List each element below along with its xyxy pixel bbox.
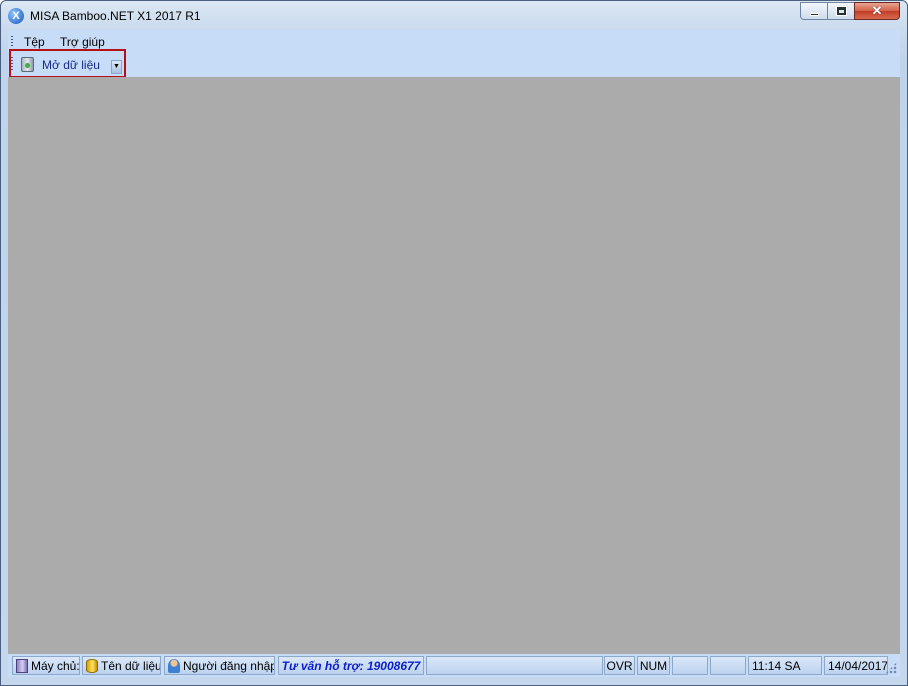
minimize-icon xyxy=(809,12,819,16)
database-icon xyxy=(86,658,98,673)
toolbar: Mở dữ liệu ▼ xyxy=(8,52,900,77)
menu-file[interactable]: Tệp xyxy=(24,35,45,49)
ovr-label: OVR xyxy=(606,658,633,673)
minimize-button[interactable] xyxy=(800,2,828,20)
maximize-button[interactable] xyxy=(827,2,855,20)
menu-bar: Tệp Trợ giúp xyxy=(8,30,900,52)
misa-app-icon[interactable]: X xyxy=(8,8,24,24)
login-user-label: Người đăng nhập: xyxy=(183,658,275,673)
close-icon: ✕ xyxy=(871,3,883,18)
support-panel: Tư vấn hỗ trợ: 19008677 xyxy=(278,656,424,675)
time-label: 11:14 SA xyxy=(752,658,801,673)
client-area: Tệp Trợ giúp Mở dữ liệu ▼ xyxy=(8,30,900,654)
login-user-panel: Người đăng nhập: xyxy=(164,656,275,675)
server-panel: Máy chủ: xyxy=(12,656,80,675)
database-panel: Tên dữ liệu: xyxy=(82,656,161,675)
maximize-icon xyxy=(835,6,847,16)
mdi-workspace xyxy=(8,77,900,654)
main-window: X MISA Bamboo.NET X1 2017 R1 ✕ Tệp Trợ g… xyxy=(0,0,908,686)
title-bar[interactable]: X MISA Bamboo.NET X1 2017 R1 ✕ xyxy=(1,1,907,29)
scroll-indicator xyxy=(710,656,746,675)
time-panel: 11:14 SA xyxy=(748,656,822,675)
date-label: 14/04/2017 xyxy=(828,658,888,673)
status-bar: Máy chủ: Tên dữ liệu: Người đăng nhập: T… xyxy=(8,654,900,677)
close-button[interactable]: ✕ xyxy=(854,2,900,20)
date-panel: 14/04/2017 xyxy=(824,656,888,675)
server-icon xyxy=(16,658,28,673)
empty-status-panel xyxy=(426,656,603,675)
caps-indicator xyxy=(672,656,708,675)
num-indicator: NUM xyxy=(637,656,670,675)
support-text: Tư vấn hỗ trợ: 19008677 xyxy=(281,658,421,673)
num-label: NUM xyxy=(639,658,668,673)
ovr-indicator: OVR xyxy=(604,656,635,675)
user-icon xyxy=(168,658,180,673)
highlight-box xyxy=(9,49,126,78)
menu-help[interactable]: Trợ giúp xyxy=(60,35,105,49)
database-label: Tên dữ liệu: xyxy=(101,658,161,673)
menubar-grip-icon[interactable] xyxy=(11,36,13,46)
server-label: Máy chủ: xyxy=(31,658,80,673)
window-title: MISA Bamboo.NET X1 2017 R1 xyxy=(30,9,201,23)
